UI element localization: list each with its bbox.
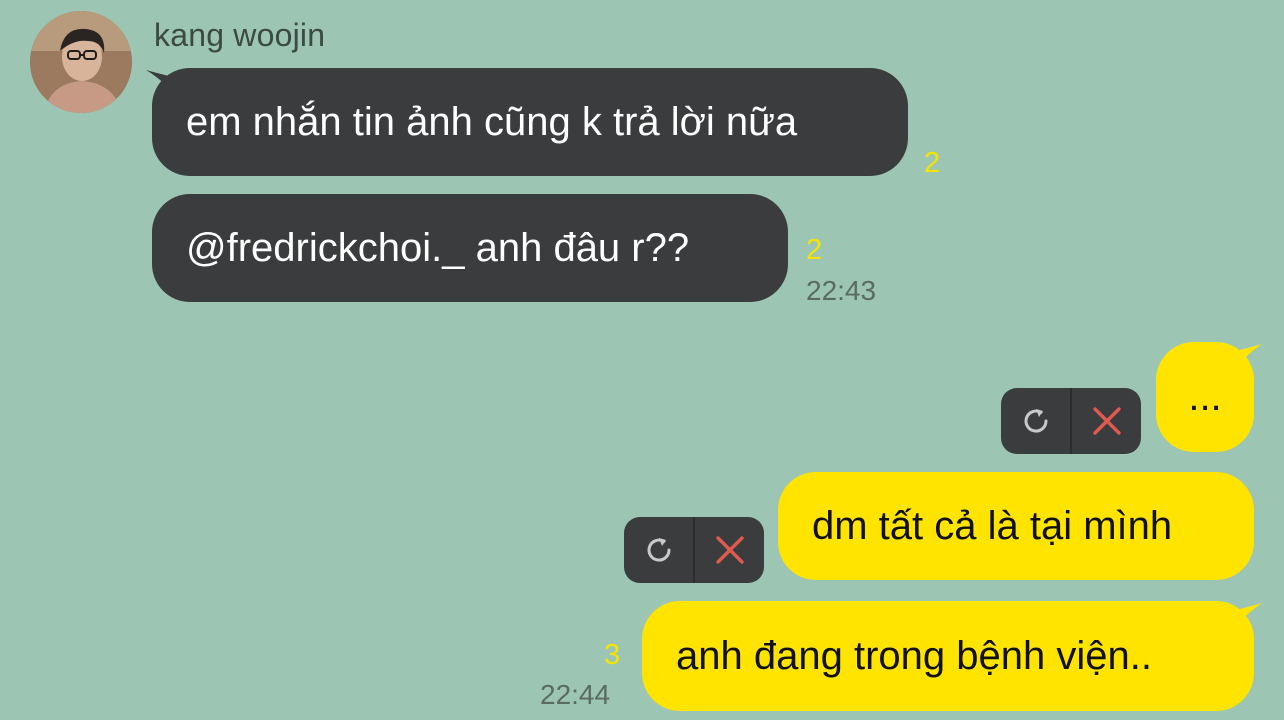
incoming-message[interactable]: @fredrickchoi._ anh đâu r?? <box>152 194 788 302</box>
unread-count: 3 <box>604 639 621 671</box>
retry-icon <box>647 538 671 562</box>
failed-message-controls <box>624 517 764 583</box>
message-text: anh đang trong bệnh viện.. <box>676 634 1152 678</box>
message-time: 22:44 <box>540 679 611 710</box>
retry-button[interactable] <box>1001 388 1070 454</box>
message-text: dm tất cả là tại mình <box>812 504 1173 548</box>
outgoing-bubble-tail <box>1232 344 1262 374</box>
close-icon <box>1092 407 1121 435</box>
incoming-message[interactable]: em nhắn tin ảnh cũng k trả lời nữa <box>152 68 908 176</box>
message-time: 22:43 <box>806 275 877 306</box>
unread-count: 2 <box>806 234 823 266</box>
delete-button[interactable] <box>695 517 764 583</box>
message-text: @fredrickchoi._ anh đâu r?? <box>186 226 690 270</box>
outgoing-bubble-tail <box>1232 603 1262 633</box>
profile-photo <box>30 11 132 113</box>
retry-button[interactable] <box>624 517 693 583</box>
sender-name: kang woojin <box>154 17 326 53</box>
message-text: em nhắn tin ảnh cũng k trả lời nữa <box>186 100 798 144</box>
avatar[interactable] <box>30 11 132 113</box>
failed-message-controls <box>1001 388 1141 454</box>
delete-button[interactable] <box>1072 388 1141 454</box>
close-icon <box>715 536 744 564</box>
message-text: ... <box>1188 375 1222 419</box>
retry-icon <box>1024 409 1048 433</box>
outgoing-message[interactable]: dm tất cả là tại mình <box>778 472 1254 580</box>
unread-count: 2 <box>924 147 941 179</box>
outgoing-message[interactable]: anh đang trong bệnh viện.. <box>642 601 1254 711</box>
